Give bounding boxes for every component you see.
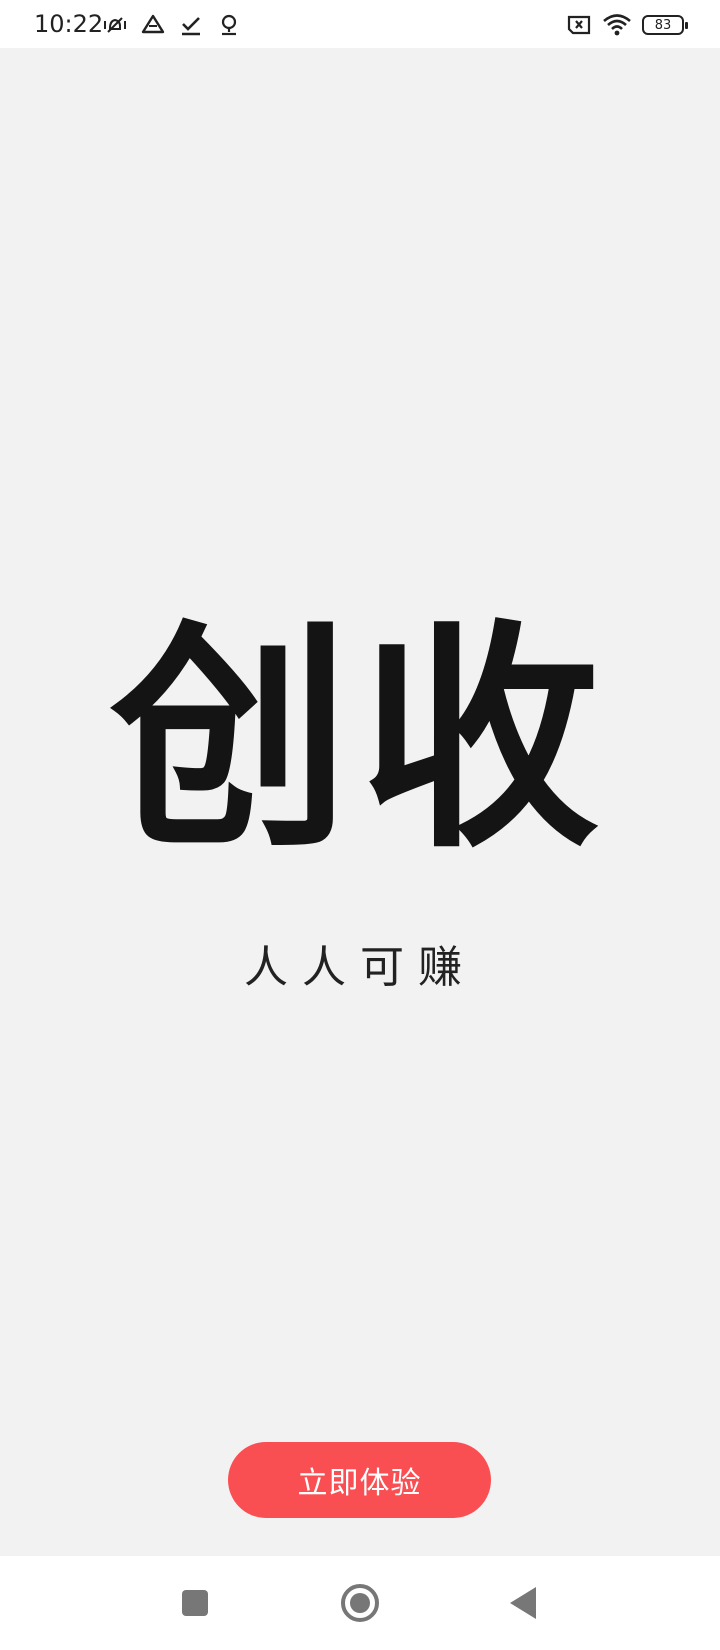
wifi-icon <box>603 14 631 36</box>
try-now-button[interactable]: 立即体验 <box>228 1442 491 1518</box>
status-right-icons: 83 <box>566 12 688 38</box>
recent-apps-icon <box>182 1590 208 1616</box>
home-button[interactable] <box>337 1580 383 1626</box>
no-sim-icon <box>567 15 591 35</box>
status-bar: 10:22 83 <box>0 0 720 48</box>
home-icon <box>341 1584 379 1622</box>
navigation-bar <box>0 1556 720 1650</box>
hero-subtitle: 人人可赚 <box>244 942 476 993</box>
drive-icon <box>141 14 165 34</box>
battery-level: 83 <box>654 17 672 33</box>
back-button[interactable] <box>500 1580 546 1626</box>
mute-vibrate-icon <box>104 17 126 33</box>
recent-apps-button[interactable] <box>172 1580 218 1626</box>
download-done-icon <box>182 17 200 36</box>
status-time: 10:22 <box>34 10 104 38</box>
hero-title: 创收 <box>109 600 610 880</box>
back-icon <box>510 1587 536 1619</box>
location-icon <box>221 14 237 36</box>
splash-screen: 10:22 83 创收 人人可赚 立即体验 <box>0 0 720 1650</box>
status-left-icons <box>102 12 242 38</box>
battery-icon: 83 <box>642 15 688 35</box>
